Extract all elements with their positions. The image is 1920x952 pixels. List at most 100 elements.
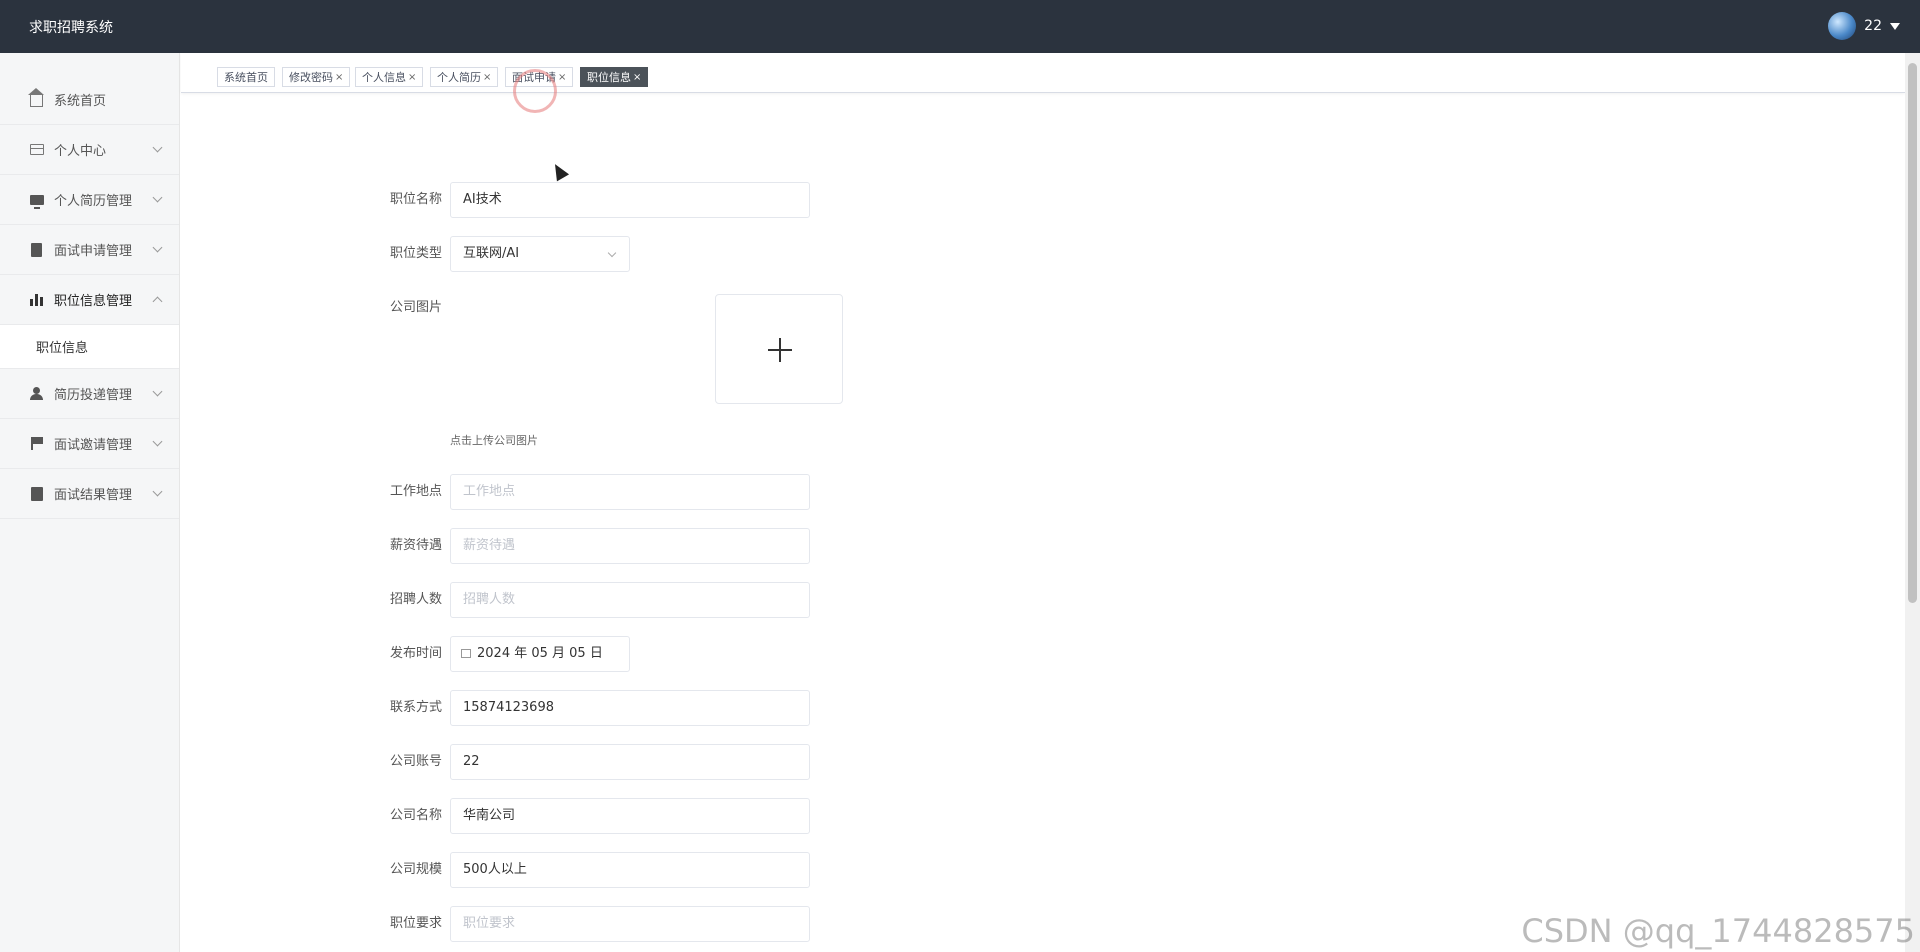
form-row-publish-date: 发布时间 2024 年 05 月 05 日 bbox=[360, 636, 880, 672]
user-icon bbox=[29, 386, 44, 401]
sidebar-item-label: 面试结果管理 bbox=[54, 488, 133, 503]
chevron-down-icon bbox=[152, 192, 163, 203]
requirements-label: 职位要求 bbox=[389, 916, 442, 931]
tab-change-password[interactable]: 修改密码 × bbox=[282, 67, 351, 87]
form-row-salary: 薪资待遇 薪资待遇 bbox=[360, 528, 880, 564]
user-name[interactable]: 22 bbox=[1864, 18, 1882, 34]
flag-icon bbox=[29, 436, 44, 451]
calendar-icon bbox=[461, 649, 471, 658]
tab-label: 修改密码 bbox=[289, 71, 333, 84]
user-menu[interactable]: 22 bbox=[1828, 12, 1900, 40]
chevron-up-icon bbox=[152, 296, 163, 307]
sidebar-item-label: 职位信息管理 bbox=[54, 294, 133, 309]
contact-label: 联系方式 bbox=[389, 700, 442, 715]
sidebar-item-interview-invite[interactable]: 面试邀请管理 bbox=[0, 419, 179, 469]
close-icon[interactable]: × bbox=[633, 72, 641, 83]
company-account-input[interactable]: 22 bbox=[450, 744, 810, 780]
tabs-bar: 系统首页 修改密码 × 个人信息 × 个人简历 × 面试申请 × 职位信息 × bbox=[181, 53, 1905, 93]
sidebar-item-home[interactable]: 系统首页 bbox=[0, 75, 179, 125]
salary-input[interactable]: 薪资待遇 bbox=[450, 528, 810, 564]
headcount-label: 招聘人数 bbox=[389, 592, 442, 607]
sidebar-item-label: 简历投递管理 bbox=[54, 388, 133, 403]
sidebar-item-personal-center[interactable]: 个人中心 bbox=[0, 125, 179, 175]
form-row-headcount: 招聘人数 招聘人数 bbox=[360, 582, 880, 618]
tab-label: 个人信息 bbox=[362, 71, 406, 84]
job-type-value: 互联网/AI bbox=[463, 246, 520, 261]
form-row-job-type: 职位类型 互联网/AI bbox=[360, 236, 880, 272]
top-header: 求职招聘系统 22 bbox=[0, 0, 1920, 53]
publish-date-value: 2024 年 05 月 05 日 bbox=[477, 646, 603, 661]
company-name-label: 公司名称 bbox=[389, 808, 442, 823]
caret-down-icon[interactable] bbox=[1890, 22, 1900, 30]
plus-icon-vertical bbox=[779, 338, 781, 362]
watermark: CSDN @qq_1744828575 bbox=[1521, 912, 1915, 950]
check-icon bbox=[29, 486, 44, 501]
sidebar-item-label: 面试申请管理 bbox=[54, 244, 133, 259]
tab-label: 职位信息 bbox=[587, 71, 631, 84]
company-size-input[interactable]: 500人以上 bbox=[450, 852, 810, 888]
form-row-work-location: 工作地点 工作地点 bbox=[360, 474, 880, 510]
chevron-down-icon bbox=[152, 242, 163, 253]
requirements-input[interactable]: 职位要求 bbox=[450, 906, 810, 942]
work-location-input[interactable]: 工作地点 bbox=[450, 474, 810, 510]
card-icon bbox=[29, 142, 44, 157]
job-type-select[interactable]: 互联网/AI bbox=[450, 236, 630, 272]
form-row-job-name: 职位名称 AI技术 bbox=[360, 182, 880, 218]
vertical-scrollbar[interactable] bbox=[1905, 53, 1920, 952]
sidebar-item-label: 系统首页 bbox=[54, 94, 107, 109]
form-row-company-image: 公司图片 点击上传公司图片 bbox=[360, 290, 880, 500]
job-type-label: 职位类型 bbox=[389, 246, 442, 261]
tab-job-info[interactable]: 职位信息 × bbox=[580, 67, 649, 87]
sidebar-item-label: 个人简历管理 bbox=[54, 194, 133, 209]
tab-home[interactable]: 系统首页 bbox=[217, 67, 275, 87]
image-upload-button[interactable] bbox=[715, 294, 843, 404]
salary-label: 薪资待遇 bbox=[389, 538, 442, 553]
home-icon bbox=[28, 88, 44, 107]
chevron-down-icon bbox=[152, 436, 163, 447]
sidebar-item-job-info[interactable]: 职位信息管理 bbox=[0, 275, 179, 325]
form-row-company-name: 公司名称 华南公司 bbox=[360, 798, 880, 834]
company-image-label: 公司图片 bbox=[389, 300, 442, 315]
job-name-label: 职位名称 bbox=[389, 192, 442, 207]
chevron-down-icon bbox=[152, 142, 163, 153]
headcount-input[interactable]: 招聘人数 bbox=[450, 582, 810, 618]
upload-hint: 点击上传公司图片 bbox=[450, 434, 538, 447]
chevron-down-icon bbox=[152, 486, 163, 497]
clipboard-icon bbox=[29, 242, 44, 257]
sidebar: 系统首页 个人中心 个人简历管理 面试申请管理 职位信息管理 职位信息 简历投递… bbox=[0, 53, 180, 952]
close-icon[interactable]: × bbox=[483, 72, 491, 83]
sidebar-item-interview-result[interactable]: 面试结果管理 bbox=[0, 469, 179, 519]
job-name-input[interactable]: AI技术 bbox=[450, 182, 810, 218]
form-row-company-size: 公司规模 500人以上 bbox=[360, 852, 880, 888]
chevron-down-icon bbox=[152, 386, 163, 397]
sidebar-item-resume-delivery[interactable]: 简历投递管理 bbox=[0, 369, 179, 419]
company-name-input[interactable]: 华南公司 bbox=[450, 798, 810, 834]
work-location-label: 工作地点 bbox=[389, 484, 442, 499]
close-icon[interactable]: × bbox=[558, 72, 566, 83]
tab-resume[interactable]: 个人简历 × bbox=[430, 67, 499, 87]
publish-date-label: 发布时间 bbox=[389, 646, 442, 661]
scrollbar-thumb[interactable] bbox=[1908, 63, 1917, 603]
bar-chart-icon bbox=[29, 292, 44, 307]
close-icon[interactable]: × bbox=[335, 72, 343, 83]
close-icon[interactable]: × bbox=[408, 72, 416, 83]
avatar[interactable] bbox=[1828, 12, 1857, 40]
mouse-cursor-icon bbox=[548, 160, 570, 182]
app-title: 求职招聘系统 bbox=[29, 20, 113, 36]
tab-label: 个人简历 bbox=[437, 71, 481, 84]
sidebar-item-interview-apply[interactable]: 面试申请管理 bbox=[0, 225, 179, 275]
form-row-requirements: 职位要求 职位要求 bbox=[360, 906, 880, 942]
sidebar-subitem-job-info[interactable]: 职位信息 bbox=[0, 325, 179, 369]
publish-date-picker[interactable]: 2024 年 05 月 05 日 bbox=[450, 636, 630, 672]
tab-label: 系统首页 bbox=[224, 71, 268, 84]
company-size-label: 公司规模 bbox=[389, 862, 442, 877]
form-row-contact: 联系方式 15874123698 bbox=[360, 690, 880, 726]
sidebar-item-resume[interactable]: 个人简历管理 bbox=[0, 175, 179, 225]
tab-personal-info[interactable]: 个人信息 × bbox=[355, 67, 424, 87]
form-row-company-account: 公司账号 22 bbox=[360, 744, 880, 780]
contact-input[interactable]: 15874123698 bbox=[450, 690, 810, 726]
click-indicator bbox=[513, 69, 557, 113]
company-account-label: 公司账号 bbox=[389, 754, 442, 769]
chevron-down-icon bbox=[607, 248, 617, 258]
monitor-icon bbox=[29, 192, 44, 209]
